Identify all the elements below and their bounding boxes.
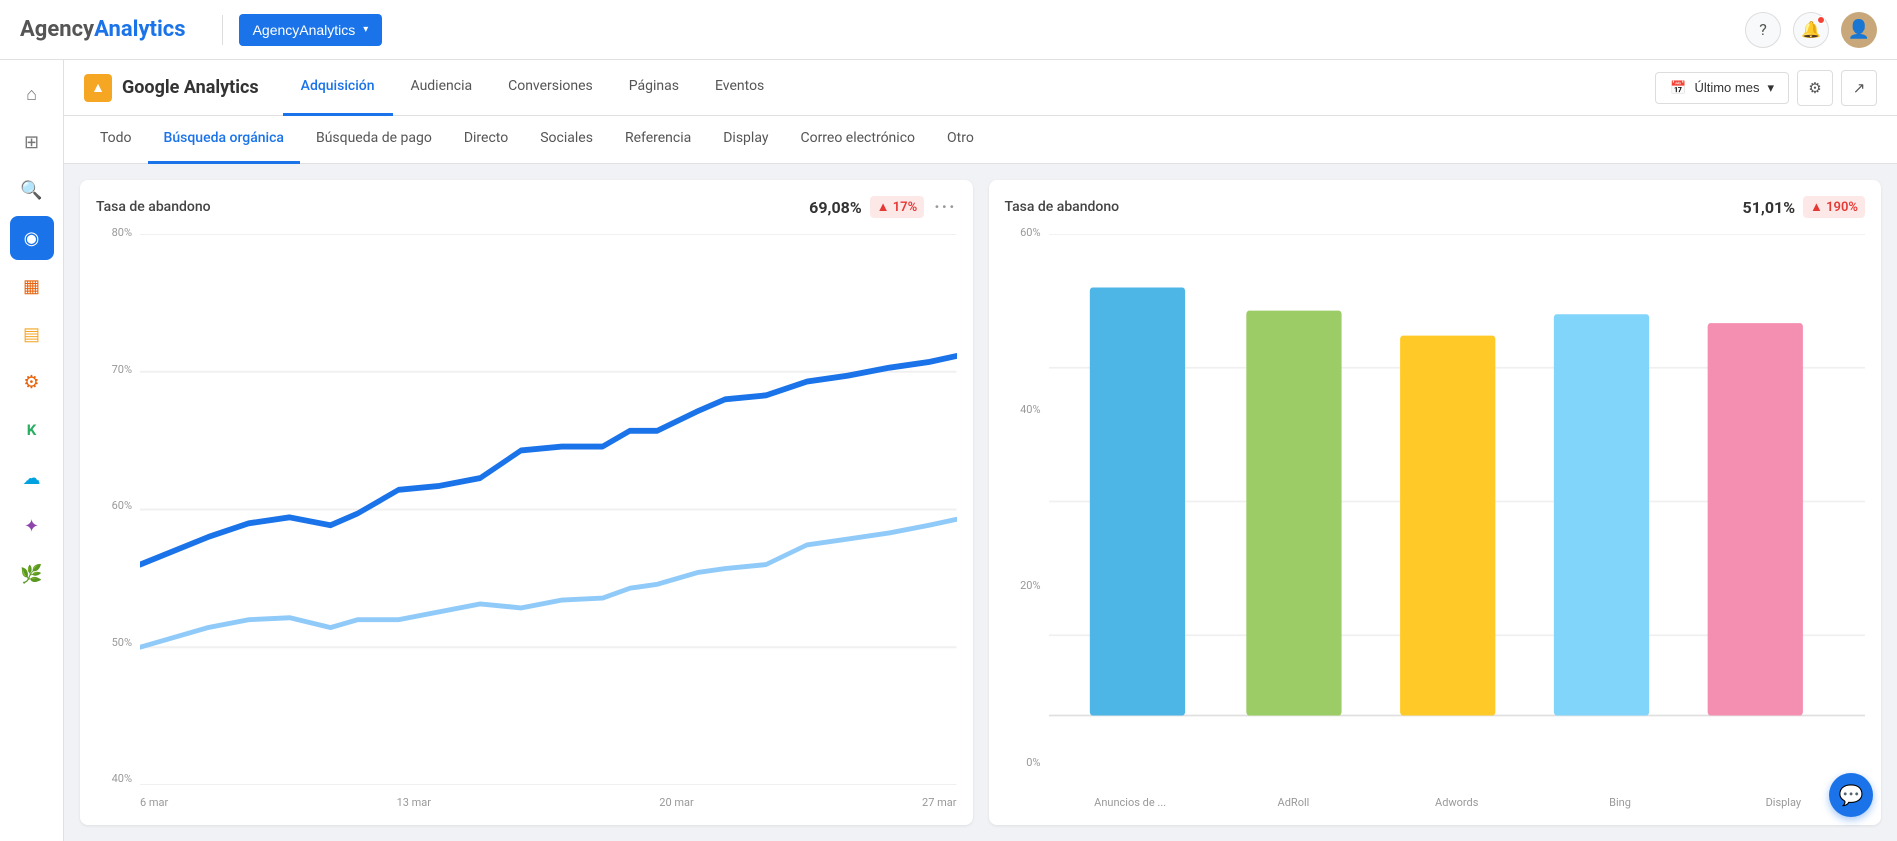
calendar-icon: 📅	[1670, 80, 1686, 96]
top-bar: AgencyAnalytics AgencyAnalytics ▾ ? 🔔 👤	[0, 0, 1897, 60]
subtab-otro[interactable]: Otro	[931, 116, 990, 164]
ga-logo-icon: ▲	[91, 79, 105, 96]
subtab-sociales[interactable]: Sociales	[524, 116, 609, 164]
leaf-icon: 🌿	[20, 564, 42, 585]
line-chart-card: Tasa de abandono 69,08% ▲ 17% ··· 80% 70…	[80, 180, 973, 825]
sidebar-item-reports[interactable]: ◉	[10, 216, 54, 260]
bar-chart-title: Tasa de abandono	[1005, 199, 1120, 215]
sub-tabs-row: Todo Búsqueda orgánica Búsqueda de pago …	[64, 116, 1897, 164]
line-chart-header: Tasa de abandono 69,08% ▲ 17% ···	[96, 196, 957, 218]
filter-button[interactable]: ⚙	[1797, 70, 1833, 106]
sidebar-item-analytics[interactable]: ▦	[10, 264, 54, 308]
bar-chart-x-labels: Anuncios de ... AdRoll Adwords Bing Disp…	[1049, 796, 1866, 809]
grid-icon: ⊞	[24, 132, 39, 153]
chat-bubble-button[interactable]: 💬	[1829, 773, 1873, 817]
hubspot-icon: ⚙	[23, 372, 39, 393]
line-chart-title: Tasa de abandono	[96, 199, 211, 215]
bar-chart-container: 60% 40% 20% 0%	[1005, 226, 1866, 809]
dropdown-label: AgencyAnalytics	[253, 22, 356, 38]
sidebar-item-hubspot[interactable]: ⚙	[10, 360, 54, 404]
chevron-down-icon: ▾	[1767, 80, 1774, 96]
sidebar-item-leaf[interactable]: 🌿	[10, 552, 54, 596]
avatar-image: 👤	[1848, 19, 1870, 40]
sidebar-item-data[interactable]: ▤	[10, 312, 54, 356]
home-icon: ⌂	[26, 84, 37, 105]
data-icon: ▤	[23, 324, 40, 345]
sidebar-item-home[interactable]: ⌂	[10, 72, 54, 116]
line-chart-menu-button[interactable]: ···	[934, 197, 956, 218]
bar-chart-icon: ▦	[23, 276, 40, 297]
top-bar-right: ? 🔔 👤	[1745, 12, 1877, 48]
subtab-organica[interactable]: Búsqueda orgánica	[148, 116, 300, 164]
ga-title: Google Analytics	[122, 77, 259, 98]
bar-chart-trend-badge: ▲ 190%	[1803, 196, 1865, 218]
ga-logo-area: ▲ Google Analytics	[84, 74, 259, 102]
main-layout: ⌂ ⊞ 🔍 ◉ ▦ ▤ ⚙ K ☁ ✦ 🌿	[0, 60, 1897, 841]
charts-area: Tasa de abandono 69,08% ▲ 17% ··· 80% 70…	[64, 164, 1897, 841]
salesforce-icon: ☁	[23, 468, 41, 489]
tab-conversiones[interactable]: Conversiones	[490, 60, 611, 116]
nav-tabs: Adquisición Audiencia Conversiones Págin…	[283, 60, 1656, 116]
share-icon: ↗	[1853, 79, 1866, 97]
search-icon: 🔍	[20, 180, 42, 201]
nav-right: 📅 Último mes ▾ ⚙ ↗	[1655, 70, 1877, 106]
subtab-directo[interactable]: Directo	[448, 116, 524, 164]
subtab-display[interactable]: Display	[707, 116, 784, 164]
subtab-todo[interactable]: Todo	[84, 116, 148, 164]
sidebar: ⌂ ⊞ 🔍 ◉ ▦ ▤ ⚙ K ☁ ✦ 🌿	[0, 60, 64, 841]
klipfolio-icon: K	[27, 421, 37, 439]
bar-chart-card: Tasa de abandono 51,01% ▲ 190% 60% 40% 2…	[989, 180, 1882, 825]
notification-dot	[1817, 16, 1825, 24]
ga-icon: ▲	[84, 74, 112, 102]
line-chart-x-labels: 6 mar 13 mar 20 mar 27 mar	[140, 796, 957, 809]
subtab-correo[interactable]: Correo electrónico	[784, 116, 931, 164]
bar-chart-svg	[1049, 234, 1866, 769]
help-icon: ?	[1759, 20, 1767, 39]
divider	[222, 15, 223, 45]
sidebar-item-extra[interactable]: ✦	[10, 504, 54, 548]
extra-icon: ✦	[24, 516, 39, 537]
tab-eventos[interactable]: Eventos	[697, 60, 782, 116]
line-chart-container: 80% 70% 60% 50% 40%	[96, 226, 957, 809]
sidebar-item-grid[interactable]: ⊞	[10, 120, 54, 164]
tab-paginas[interactable]: Páginas	[611, 60, 697, 116]
content-area: ▲ Google Analytics Adquisición Audiencia…	[64, 60, 1897, 841]
avatar[interactable]: 👤	[1841, 12, 1877, 48]
sidebar-item-search[interactable]: 🔍	[10, 168, 54, 212]
subtab-referencia[interactable]: Referencia	[609, 116, 707, 164]
tab-audiencia[interactable]: Audiencia	[393, 60, 491, 116]
help-button[interactable]: ?	[1745, 12, 1781, 48]
secondary-nav: ▲ Google Analytics Adquisición Audiencia…	[64, 60, 1897, 116]
sidebar-item-salesforce[interactable]: ☁	[10, 456, 54, 500]
chevron-down-icon: ▾	[363, 24, 368, 35]
logo-agency: Agency	[20, 17, 94, 42]
logo[interactable]: AgencyAnalytics	[20, 17, 186, 42]
line-chart-svg	[140, 234, 957, 785]
bar-chart-y-labels: 60% 40% 20% 0%	[1005, 226, 1045, 769]
logo-analytics: Analytics	[94, 17, 185, 42]
bar-chart-value: 51,01%	[1743, 198, 1795, 217]
pie-chart-icon: ◉	[24, 228, 40, 249]
bar-chart-header: Tasa de abandono 51,01% ▲ 190%	[1005, 196, 1866, 218]
line-chart-trend-badge: ▲ 17%	[870, 196, 925, 218]
sidebar-item-klipfolio[interactable]: K	[10, 408, 54, 452]
chat-icon: 💬	[1839, 783, 1864, 807]
line-chart-value: 69,08%	[809, 198, 861, 217]
agency-dropdown-button[interactable]: AgencyAnalytics ▾	[239, 14, 383, 46]
notification-button[interactable]: 🔔	[1793, 12, 1829, 48]
date-picker-button[interactable]: 📅 Último mes ▾	[1655, 72, 1789, 104]
share-button[interactable]: ↗	[1841, 70, 1877, 106]
subtab-pago[interactable]: Búsqueda de pago	[300, 116, 448, 164]
filter-icon: ⚙	[1808, 79, 1821, 97]
tab-adquisicion[interactable]: Adquisición	[283, 60, 393, 116]
date-label: Último mes	[1694, 80, 1759, 95]
line-chart-y-labels: 80% 70% 60% 50% 40%	[96, 226, 136, 785]
